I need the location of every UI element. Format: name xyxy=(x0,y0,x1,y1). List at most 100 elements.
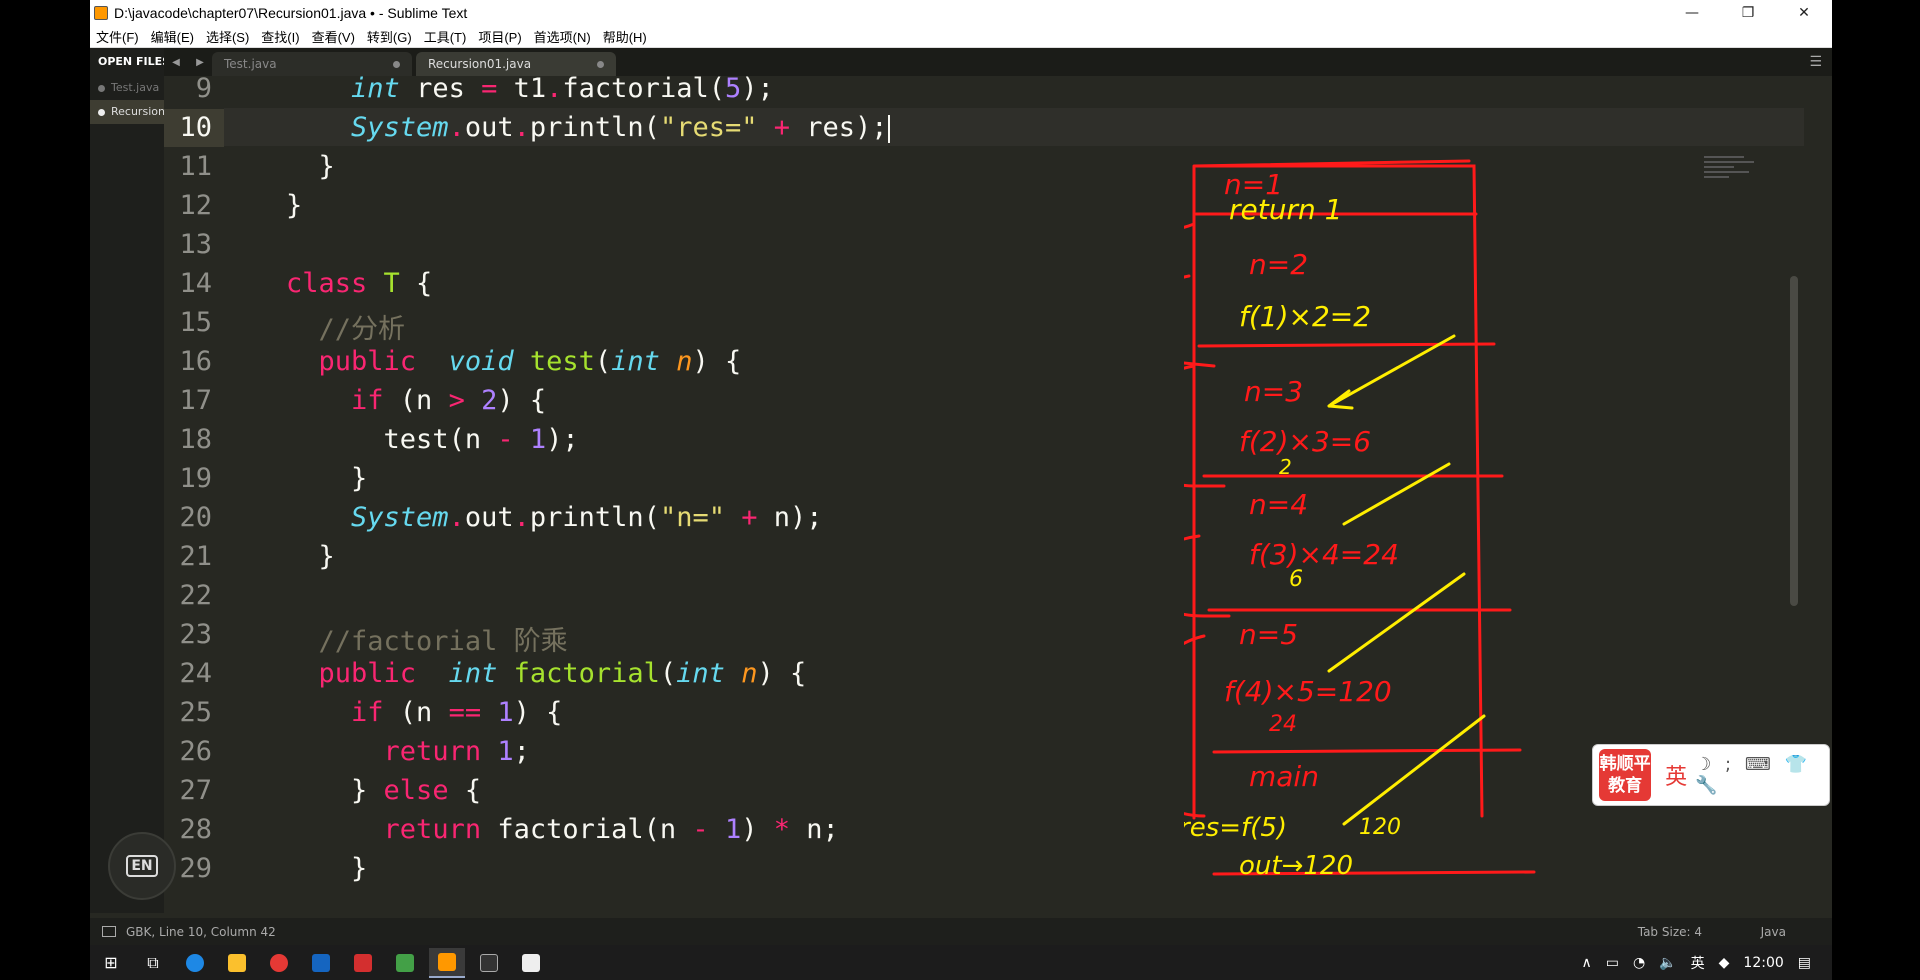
maximize-button[interactable]: ❐ xyxy=(1720,0,1776,26)
line-number: 19 xyxy=(179,463,212,494)
file-explorer-icon[interactable] xyxy=(219,948,255,978)
annot-n3: n=3 xyxy=(1244,375,1303,408)
code-editor[interactable]: 9 10 11 12 13 14 15 16 17 18 19 20 21 22 23 24 25 26 27 28 2… xyxy=(164,76,1804,913)
windows-start-icon[interactable]: ⊞ xyxy=(93,948,129,978)
taskbar: ⊞ ⧉ ∧ ▭ ◔ 🔈 英 ◆ 12:00 ▤ xyxy=(90,945,1832,980)
tab-close-icon[interactable] xyxy=(597,60,604,68)
word-app-icon[interactable] xyxy=(303,948,339,978)
line-number: 24 xyxy=(179,658,212,689)
network-icon[interactable]: ◔ xyxy=(1633,955,1645,971)
call-arrow xyxy=(1184,274,1216,368)
stack-divider xyxy=(1212,748,1522,754)
sidebar-file-label: Test.java xyxy=(111,81,160,94)
code-line-12: } xyxy=(286,190,303,221)
terminal-app-icon[interactable] xyxy=(471,948,507,978)
line-number: 21 xyxy=(179,541,212,572)
tab-size-selector[interactable]: Tab Size: 4 xyxy=(1638,925,1702,939)
line-number: 12 xyxy=(179,190,212,221)
code-line-25: if (n == 1) { xyxy=(351,697,563,728)
code-line-21: } xyxy=(318,541,335,572)
annot-f2x3: f(2)×3=6 xyxy=(1239,425,1371,458)
tray-ime-indicator[interactable]: 英 xyxy=(1691,953,1705,973)
tab-menu-icon[interactable]: ☰ xyxy=(1809,54,1822,70)
language-badge[interactable]: EN xyxy=(108,832,176,900)
notification-icon[interactable]: ▤ xyxy=(1798,955,1811,971)
minimap[interactable] xyxy=(1704,156,1764,216)
line-number: 17 xyxy=(179,385,212,416)
stack-frame-outline xyxy=(1192,159,1484,820)
annot-n2: n=2 xyxy=(1249,248,1308,281)
line-number: 14 xyxy=(179,268,212,299)
line-number: 23 xyxy=(179,619,212,650)
sidebar-file-recursion01[interactable]: Recursion01.java xyxy=(90,100,164,124)
hint-arrow xyxy=(1342,714,1486,826)
line-number: 25 xyxy=(179,697,212,728)
cursor-position: GBK, Line 10, Column 42 xyxy=(126,924,276,939)
vertical-scrollbar[interactable] xyxy=(1790,276,1798,606)
tab-close-icon[interactable] xyxy=(393,60,400,68)
menu-tools[interactable]: 工具(T) xyxy=(418,27,473,46)
tab-prev-icon[interactable]: ◀ xyxy=(172,57,180,68)
open-files-header: OPEN FILES xyxy=(98,55,164,68)
menu-edit[interactable]: 编辑(E) xyxy=(145,27,200,46)
call-arrow xyxy=(1184,364,1226,488)
menu-project[interactable]: 项目(P) xyxy=(472,27,527,46)
ime-language-toggle[interactable]: 英 xyxy=(1665,759,1687,791)
line-number: 22 xyxy=(179,580,212,611)
sogou-icon[interactable]: ◆ xyxy=(1719,955,1730,971)
line-number: 10 xyxy=(164,109,224,147)
code-line-15: //分析 xyxy=(318,314,406,345)
menu-goto[interactable]: 转到(G) xyxy=(361,27,418,46)
camtasia-app-icon[interactable] xyxy=(387,948,423,978)
volume-icon[interactable]: 🔈 xyxy=(1659,955,1676,971)
code-line-24: public int factorial(int n) { xyxy=(318,658,807,689)
tab-label: Recursion01.java xyxy=(428,57,532,71)
menu-help[interactable]: 帮助(H) xyxy=(597,27,653,46)
tray-overflow-icon[interactable]: ∧ xyxy=(1581,955,1591,971)
annot-return1: return 1 xyxy=(1229,193,1342,226)
xmind-app-icon[interactable] xyxy=(345,948,381,978)
sidebar-file-test[interactable]: Test.java xyxy=(90,76,164,100)
en-badge-label: EN xyxy=(126,855,158,877)
task-view-icon[interactable]: ⧉ xyxy=(135,948,171,978)
hint-arrow xyxy=(1342,462,1451,526)
tab-recursion01-java[interactable]: Recursion01.java xyxy=(416,52,616,76)
menu-view[interactable]: 查看(V) xyxy=(306,27,361,46)
line-number: 13 xyxy=(179,229,212,260)
code-line-16: public void test(int n) { xyxy=(318,346,742,377)
menu-file[interactable]: 文件(F) xyxy=(90,27,145,46)
code-line-9: int res = t1.factorial(5); xyxy=(351,76,774,104)
sidebar-file-label: Recursion01.java xyxy=(111,105,164,118)
tab-test-java[interactable]: Test.java xyxy=(212,52,412,76)
clock[interactable]: 12:00 xyxy=(1743,955,1783,971)
menu-find[interactable]: 查找(I) xyxy=(255,27,305,46)
close-button[interactable]: ✕ xyxy=(1776,0,1832,26)
menu-selection[interactable]: 选择(S) xyxy=(200,27,255,46)
line-number: 27 xyxy=(179,775,212,806)
edge-browser-icon[interactable] xyxy=(177,948,213,978)
menu-preferences[interactable]: 首选项(N) xyxy=(528,27,597,46)
code-line-28: return factorial(n - 1) * n; xyxy=(383,814,839,845)
code-line-18: test(n - 1); xyxy=(383,424,579,455)
sublime-app-icon xyxy=(94,6,108,20)
code-line-14: class T { xyxy=(286,268,433,299)
ime-toolbar[interactable]: 韩顺平 教育 英 ☽ ; ⌨ 👕 🔧 xyxy=(1592,744,1830,806)
tab-next-icon[interactable]: ▶ xyxy=(196,57,204,68)
call-arrow xyxy=(1184,534,1231,618)
annot-out120: out→120 xyxy=(1239,851,1353,881)
line-number: 9 xyxy=(195,76,212,104)
panel-toggle-icon[interactable] xyxy=(102,926,116,937)
notepad-app-icon[interactable] xyxy=(513,948,549,978)
syntax-selector[interactable]: Java xyxy=(1761,925,1786,939)
text-cursor xyxy=(887,114,890,143)
chrome-icon[interactable] xyxy=(261,948,297,978)
code-line-11: } xyxy=(318,151,335,182)
annot-f1x2: f(1)×2=2 xyxy=(1239,300,1371,333)
code-line-27: } else { xyxy=(351,775,482,806)
stack-divider xyxy=(1197,342,1496,348)
line-number: 26 xyxy=(179,736,212,767)
battery-icon[interactable]: ▭ xyxy=(1606,955,1619,971)
minimize-button[interactable]: — xyxy=(1664,0,1720,26)
ime-tool-icons[interactable]: ☽ ; ⌨ 👕 🔧 xyxy=(1695,754,1823,796)
sublime-taskbar-icon[interactable] xyxy=(429,947,465,978)
